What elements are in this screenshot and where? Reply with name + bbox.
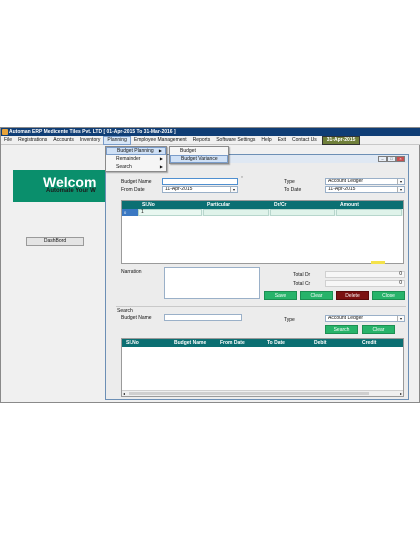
menu-employee-management[interactable]: Employee Management	[131, 136, 190, 145]
menu-software-settings[interactable]: Software Settings	[213, 136, 258, 145]
close-button[interactable]: Close	[372, 291, 405, 300]
from-date-picker[interactable]: 11-Apr-2015 ▾	[162, 186, 238, 193]
chevron-right-icon: ▶	[159, 156, 163, 161]
budget-entry-grid[interactable]: Sl.No Particular Dr/Cr Amount 0 1	[121, 200, 404, 264]
planning-dropdown-menu: Budget Planning ▶ Remainder ▶ Search ▶	[105, 146, 167, 172]
col-credit: Credit	[362, 340, 377, 346]
app-logo-icon	[2, 129, 8, 135]
minimize-button[interactable]: –	[378, 156, 387, 162]
row-indicator[interactable]: 0	[122, 209, 138, 216]
from-date-value: 11-Apr-2015	[165, 186, 193, 192]
budget-planning-submenu: Budget Budget Variance	[169, 146, 229, 164]
entry-grid-header: Sl.No Particular Dr/Cr Amount	[122, 201, 403, 209]
delete-button[interactable]: Delete	[336, 291, 369, 300]
menu-help[interactable]: Help	[258, 136, 274, 145]
menu-exit[interactable]: Exit	[275, 136, 289, 145]
dashboard-button[interactable]: DashBord	[26, 237, 84, 246]
menu-file[interactable]: File	[1, 136, 15, 145]
to-date-value: 11-Apr-2015	[328, 186, 356, 192]
chevron-down-icon: ▾	[397, 179, 404, 184]
menu-accounts[interactable]: Accounts	[50, 136, 77, 145]
col-from-date: From Date	[220, 340, 245, 346]
col-dr-cr: Dr/Cr	[274, 202, 287, 208]
chevron-down-icon: ▾	[397, 187, 404, 192]
col-debit: Debit	[314, 340, 327, 346]
menu-planning[interactable]: Planning	[103, 135, 131, 145]
menu-item-budget-variance[interactable]: Budget Variance	[170, 155, 228, 163]
section-divider	[116, 306, 406, 307]
menu-contact-us[interactable]: Contact Us	[289, 136, 320, 145]
welcome-banner: Welcom Automate Your W	[13, 170, 107, 202]
results-grid-header: Sl.No Budget Name From Date To Date Debi…	[122, 339, 403, 347]
to-date-picker[interactable]: 11-Apr-2015 ▾	[325, 186, 405, 193]
scroll-left-icon[interactable]: ◂	[123, 391, 125, 397]
amount-cell[interactable]	[336, 209, 402, 216]
chevron-down-icon: ▾	[230, 187, 237, 192]
from-date-label: From Date	[121, 187, 145, 193]
search-type-select[interactable]: Account Ledger ▾	[325, 315, 405, 322]
search-type-label: Type	[284, 317, 295, 323]
chevron-right-icon: ▶	[158, 148, 162, 153]
required-marker: *	[241, 176, 243, 182]
budget-name-label: Budget Name	[121, 179, 152, 185]
clear-button[interactable]: Clear	[300, 291, 333, 300]
total-dr-value: 0	[325, 271, 405, 278]
search-budget-name-label: Budget Name	[121, 315, 152, 321]
menu-item-label: Search	[116, 164, 132, 170]
search-section-label: Search	[117, 308, 133, 314]
menu-registrations[interactable]: Registrations	[15, 136, 50, 145]
menu-bar: File Registrations Accounts Inventory Pl…	[1, 135, 420, 145]
menu-inventory[interactable]: Inventory	[77, 136, 104, 145]
budget-results-grid[interactable]: Sl.No Budget Name From Date To Date Debi…	[121, 338, 404, 397]
dr-cr-cell[interactable]	[270, 209, 335, 216]
welcome-tagline: Automate Your W	[46, 188, 96, 194]
narration-textarea[interactable]	[164, 267, 260, 299]
menu-item-budget-planning[interactable]: Budget Planning ▶	[106, 147, 166, 155]
total-cr-label: Total Cr	[293, 281, 311, 287]
horizontal-scrollbar[interactable]: ◂ ▸	[122, 390, 403, 396]
maximize-button[interactable]: □	[387, 156, 396, 162]
menu-item-remainder[interactable]: Remainder ▶	[106, 155, 166, 163]
menu-item-budget[interactable]: Budget	[170, 147, 228, 155]
table-row[interactable]: 0 1	[122, 209, 403, 216]
total-cr-value: 0	[325, 280, 405, 287]
sl-no-cell[interactable]: 1	[138, 209, 202, 216]
budget-planning-window: – □ × Budget Name * From Date 11-Apr-201…	[105, 154, 409, 400]
search-type-value: Account Ledger	[328, 315, 364, 321]
erp-application-window: Automan ERP Medicente Tiles Pvt. LTD [ 0…	[0, 127, 420, 403]
menu-reports[interactable]: Reports	[190, 136, 214, 145]
type-label: Type	[284, 179, 295, 185]
type-value: Account Ledger	[328, 178, 364, 184]
col-to-date: To Date	[267, 340, 285, 346]
save-button[interactable]: Save	[264, 291, 297, 300]
chevron-right-icon: ▶	[159, 164, 163, 169]
type-select[interactable]: Account Ledger ▾	[325, 178, 405, 185]
status-indicator	[371, 261, 385, 264]
scroll-right-icon[interactable]: ▸	[400, 391, 402, 397]
menu-item-label: Remainder	[116, 156, 141, 162]
current-date-badge: 31-Apr-2015	[321, 135, 361, 145]
chevron-down-icon: ▾	[397, 316, 404, 321]
window-title: Automan ERP Medicente Tiles Pvt. LTD [ 0…	[9, 129, 176, 135]
col-amount: Amount	[340, 202, 359, 208]
menu-item-search[interactable]: Search ▶	[106, 163, 166, 171]
scrollbar-thumb[interactable]	[129, 392, 369, 395]
search-clear-button[interactable]: Clear	[362, 325, 395, 334]
search-button[interactable]: Search	[325, 325, 358, 334]
col-sl-no: Sl.No	[142, 202, 155, 208]
col-sl-no: Sl.No	[126, 340, 139, 346]
budget-name-input[interactable]	[162, 178, 238, 185]
particular-cell[interactable]	[203, 209, 269, 216]
narration-label: Narration	[121, 269, 142, 275]
menu-item-label: Budget Planning	[117, 148, 154, 154]
col-particular: Particular	[207, 202, 231, 208]
col-budget-name: Budget Name	[174, 340, 207, 346]
close-window-button[interactable]: ×	[396, 156, 405, 162]
total-dr-label: Total Dr	[293, 272, 311, 278]
to-date-label: To Date	[284, 187, 302, 193]
search-budget-name-input[interactable]	[164, 314, 242, 321]
